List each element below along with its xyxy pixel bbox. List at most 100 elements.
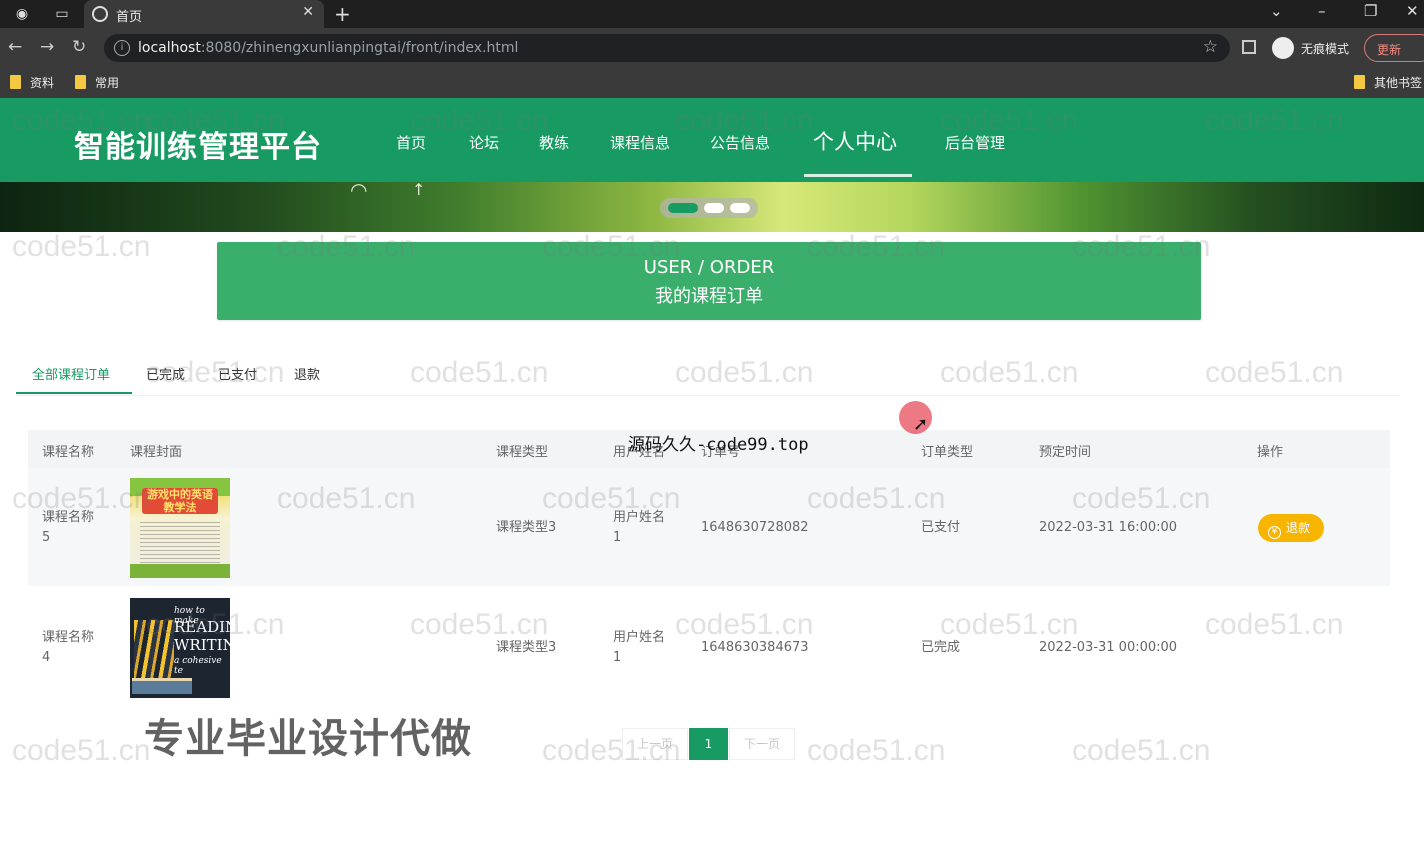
user-name-text: 用户姓名	[613, 630, 666, 645]
tab-list-icon[interactable]: ⌄	[1270, 2, 1283, 20]
maximize-icon[interactable]: ❐	[1364, 2, 1377, 20]
browser-tab-home[interactable]: 首页 ✕	[84, 0, 324, 28]
nav-personal-center[interactable]: 个人中心	[813, 126, 897, 156]
site-logo[interactable]: 智能训练管理平台	[74, 122, 322, 166]
carousel-dot-3[interactable]	[730, 203, 750, 213]
incognito-icon[interactable]	[1272, 37, 1294, 59]
tab-search-icon[interactable]: ▭	[52, 4, 72, 24]
user-name-text: 用户姓名	[613, 510, 666, 525]
course-name-text: 课程名称	[42, 630, 95, 645]
carousel-dot-1[interactable]	[668, 203, 698, 213]
cover-books	[132, 678, 192, 694]
nav-admin[interactable]: 后台管理	[945, 132, 1005, 153]
section-title-box: USER / ORDER 我的课程订单	[217, 242, 1201, 320]
cover-title-text: 游戏中的英语 教学法	[142, 488, 218, 514]
bookmark-star-icon[interactable]: ☆	[1203, 37, 1218, 57]
cell-order-no: 1648630728082	[701, 520, 809, 535]
new-tab-icon[interactable]: +	[334, 2, 351, 26]
update-button[interactable]: 更新	[1364, 34, 1424, 62]
tab-all-orders[interactable]: 全部课程订单	[32, 364, 110, 383]
user-name-number: 1	[613, 530, 622, 545]
header-course-type: 课程类型	[496, 445, 549, 460]
cell-order-type: 已完成	[921, 640, 961, 655]
header-reserve-time: 预定时间	[1039, 445, 1092, 460]
cell-user-name: 用户姓名 1	[613, 508, 665, 548]
course-cover-image[interactable]: 游戏中的英语 教学法	[130, 478, 230, 578]
course-name-number: 5	[42, 530, 51, 545]
bookmark-label: 其他书签	[1374, 76, 1423, 90]
cell-order-no: 1648630384673	[701, 640, 809, 655]
back-icon[interactable]: ←	[8, 37, 22, 57]
nav-course-info[interactable]: 课程信息	[610, 132, 670, 153]
cursor-icon: ➚	[913, 414, 929, 435]
table-row: 课程名称 5 游戏中的英语 教学法 课程类型3 用户姓名 1 164863072…	[28, 468, 1390, 586]
carousel-dot-2[interactable]	[704, 203, 724, 213]
banner-carousel: ◠ ↑	[0, 178, 1424, 232]
folder-icon	[1354, 75, 1365, 89]
watermark: code51.cn	[807, 734, 946, 767]
next-page-button[interactable]: 下一页	[729, 728, 795, 760]
folder-icon	[75, 75, 86, 89]
bookmark-label: 常用	[95, 76, 120, 90]
close-tab-icon[interactable]: ✕	[302, 4, 314, 20]
cell-course-type: 课程类型3	[496, 640, 557, 655]
course-name-text: 课程名称	[42, 510, 95, 525]
minimize-icon[interactable]: –	[1318, 2, 1326, 20]
forward-icon[interactable]: →	[40, 37, 54, 57]
refund-button[interactable]: ¥ 退款	[1258, 514, 1324, 542]
overlay-promo-text: 专业毕业设计代做	[144, 716, 472, 762]
nav-forum[interactable]: 论坛	[469, 132, 499, 153]
bookmark-label: 资料	[30, 76, 55, 90]
url-input[interactable]: i localhost:8080/zhinengxunlianpingtai/f…	[104, 34, 1230, 62]
bookmarks-bar: 资料 常用 其他书签	[0, 68, 1424, 98]
section-title-en: USER / ORDER	[643, 257, 775, 278]
cover-line: a cohesive te	[174, 656, 222, 676]
browser-logo-icon[interactable]: ◉	[12, 4, 32, 24]
prev-page-button[interactable]: 上一页	[622, 728, 688, 760]
globe-icon	[92, 6, 108, 22]
course-name-number: 4	[42, 650, 51, 665]
nav-home[interactable]: 首页	[396, 132, 426, 153]
site-info-icon[interactable]: i	[114, 40, 130, 56]
cell-course-name: 课程名称 4	[42, 628, 94, 668]
cell-reserve-time: 2022-03-31 00:00:00	[1039, 640, 1178, 655]
nav-announcements[interactable]: 公告信息	[710, 132, 770, 153]
reload-icon[interactable]: ↻	[72, 37, 86, 57]
cover-footer	[130, 564, 230, 578]
header-course-cover: 课程封面	[130, 445, 183, 460]
page-1-button[interactable]: 1	[689, 728, 728, 760]
url-host: localhost	[138, 40, 201, 56]
tab-title: 首页	[116, 10, 143, 25]
watermark: code51.cn	[12, 230, 151, 263]
banner-decoration-icon: ↑	[412, 180, 426, 199]
browser-tab-bar: ◉ ▭ 首页 ✕ + ⌄ – ❐ ✕	[0, 0, 1424, 28]
table-row: 课程名称 4 how to make READING WRITIN a cohe…	[28, 588, 1390, 706]
bookmark-folder-2[interactable]: 常用	[75, 74, 119, 91]
cell-course-type: 课程类型3	[496, 520, 557, 535]
cell-course-name: 课程名称 5	[42, 508, 94, 548]
order-tabs: 全部课程订单 已完成 已支付 退款	[16, 358, 1400, 396]
tab-paid[interactable]: 已支付	[218, 364, 257, 383]
tab-refund[interactable]: 退款	[294, 364, 320, 383]
carousel-indicator	[660, 198, 758, 218]
side-panel-icon[interactable]	[1242, 40, 1256, 54]
overlay-source-text: 源码久久-code99.top	[628, 435, 809, 455]
cover-pencils	[134, 620, 174, 686]
close-window-icon[interactable]: ✕	[1406, 2, 1419, 20]
nav-active-indicator	[804, 174, 912, 177]
incognito-label: 无痕模式	[1301, 42, 1350, 56]
user-name-number: 1	[613, 650, 622, 665]
cell-user-name: 用户姓名 1	[613, 628, 665, 668]
site-header: 智能训练管理平台 首页 论坛 教练 课程信息 公告信息 个人中心 后台管理	[0, 98, 1424, 182]
header-course-name: 课程名称	[42, 445, 95, 460]
header-order-type: 订单类型	[921, 445, 974, 460]
tab-completed[interactable]: 已完成	[146, 364, 185, 383]
cover-line: WRITIN	[174, 636, 230, 654]
course-cover-image[interactable]: how to make READING WRITIN a cohesive te	[130, 598, 230, 698]
cover-text-lines	[140, 522, 220, 568]
bookmark-folder-1[interactable]: 资料	[10, 74, 54, 91]
refund-label: 退款	[1286, 521, 1311, 535]
nav-coach[interactable]: 教练	[539, 132, 569, 153]
cell-reserve-time: 2022-03-31 16:00:00	[1039, 520, 1178, 535]
other-bookmarks[interactable]: 其他书签	[1354, 74, 1422, 91]
